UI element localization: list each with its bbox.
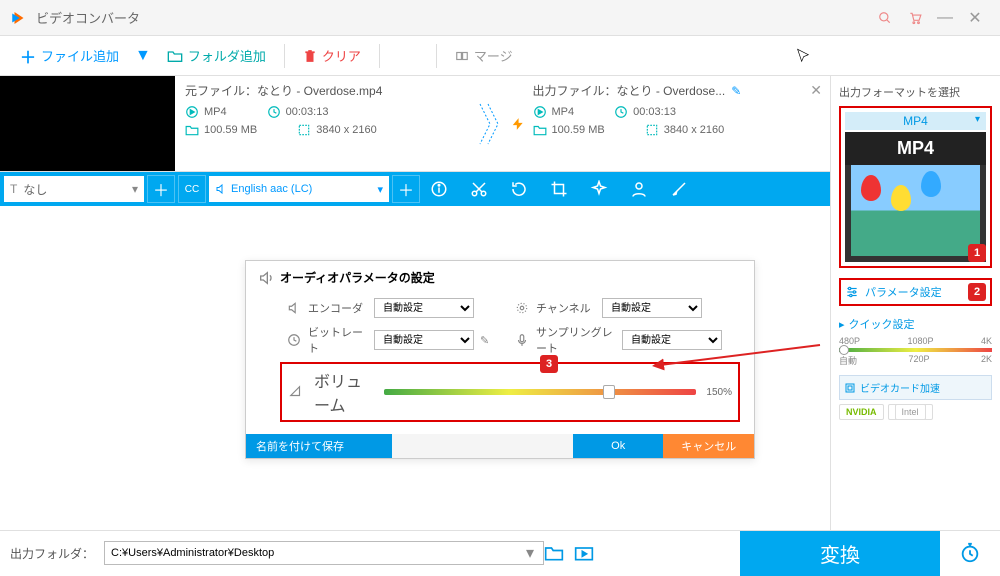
encoder-select[interactable]: 自動設定 (374, 298, 474, 318)
open-folder-icon[interactable] (544, 544, 564, 562)
output-folder-label: 出力フォルダ： (10, 545, 94, 562)
gpu-accel-button[interactable]: ビデオカード加速 (839, 375, 992, 400)
quick-settings-label: ▸クイック設定 (839, 316, 992, 332)
window-title: ビデオコンバータ (36, 8, 870, 27)
intel-badge: Intel (888, 404, 933, 420)
bitrate-select[interactable]: 自動設定 (374, 330, 474, 350)
subtitle-select[interactable]: Tなし▾ (4, 176, 144, 202)
output-file-label: 出力ファイル：なとり - Overdose... (533, 84, 726, 98)
param-settings-button[interactable]: パラメータ設定 2 (839, 278, 992, 306)
output-format-box[interactable]: MP4 MP4 1 (839, 106, 992, 268)
bolt-icon (503, 82, 533, 165)
info-icon[interactable] (430, 180, 448, 198)
volume-slider[interactable] (384, 389, 696, 395)
callout-badge-1: 1 (968, 244, 986, 262)
cut-icon[interactable] (470, 180, 488, 198)
cancel-button[interactable]: キャンセル (663, 434, 754, 458)
samplerate-select[interactable]: 自動設定 (622, 330, 722, 350)
app-logo-icon (10, 9, 28, 27)
volume-row: ボリューム 150% (280, 362, 740, 422)
save-as-button[interactable]: 名前を付けて保存 (246, 434, 392, 458)
format-select-label: 出力フォーマットを選択 (839, 84, 992, 100)
bitrate-edit-icon[interactable]: ✎ (480, 334, 489, 347)
audio-params-panel: オーディオパラメータの設定 エンコーダ 自動設定 チャンネル 自動設定 ビットレ… (245, 260, 755, 459)
add-folder-button[interactable]: フォルダ追加 (157, 42, 276, 69)
close-button[interactable]: ✕ (960, 3, 990, 33)
enhance-icon[interactable] (670, 180, 688, 198)
main-toolbar: ＋ファイル追加 ▼ フォルダ追加 クリア マージ (0, 36, 1000, 76)
output-folder-input[interactable] (104, 541, 544, 565)
add-file-button[interactable]: ＋ファイル追加 (10, 40, 129, 72)
callout-badge-2: 2 (968, 283, 986, 301)
timer-icon[interactable] (950, 542, 990, 564)
file-row: 元ファイル：なとり - Overdose.mp4 MP4 00:03:13 10… (0, 76, 830, 172)
titlebar: ビデオコンバータ — ✕ (0, 0, 1000, 36)
edit-name-icon[interactable]: ✎ (731, 84, 741, 98)
sidebar: 出力フォーマットを選択 MP4 MP4 1 パラメータ設定 2 ▸クイック設定 … (830, 76, 1000, 530)
add-file-dropdown[interactable]: ▼ (135, 47, 151, 65)
minimize-button[interactable]: — (930, 3, 960, 33)
format-preview: MP4 (845, 132, 986, 262)
arrow-separator-icon (473, 82, 503, 165)
crop-icon[interactable] (550, 180, 568, 198)
control-bar: Tなし▾ ＋ CC English aac (LC)▾ ＋ (0, 172, 830, 206)
video-thumbnail[interactable] (0, 76, 175, 171)
nvidia-badge: NVIDIA (839, 404, 884, 420)
cart-icon[interactable] (900, 3, 930, 33)
convert-button[interactable]: 変換 (740, 531, 940, 576)
remove-file-button[interactable]: ✕ (810, 82, 822, 99)
volume-value: 150% (706, 387, 732, 398)
ok-button[interactable]: Ok (573, 434, 664, 458)
add-audio-button[interactable]: ＋ (392, 175, 420, 203)
clear-button[interactable]: クリア (293, 42, 371, 69)
channel-select[interactable]: 自動設定 (602, 298, 702, 318)
add-subtitle-button[interactable]: ＋ (147, 175, 175, 203)
watermark-icon[interactable] (630, 180, 648, 198)
source-file-label: 元ファイル：なとり - Overdose.mp4 (185, 82, 473, 99)
callout-badge-3: 3 (540, 355, 558, 373)
format-dropdown[interactable]: MP4 (845, 112, 986, 130)
rotate-icon[interactable] (510, 180, 528, 198)
merge-button[interactable]: マージ (445, 42, 523, 69)
effects-icon[interactable] (590, 180, 608, 198)
search-icon[interactable] (870, 3, 900, 33)
audio-track-select[interactable]: English aac (LC)▾ (209, 176, 389, 202)
video-folder-icon[interactable] (574, 544, 594, 562)
quality-slider[interactable] (839, 348, 992, 352)
footer: 出力フォルダ： ▾ 変換 (0, 530, 1000, 575)
cc-button[interactable]: CC (178, 175, 206, 203)
